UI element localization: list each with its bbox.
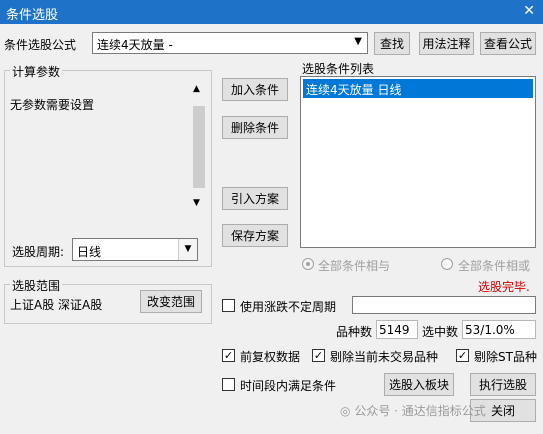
range-value: 上证A股 深证A股 — [10, 298, 103, 312]
range-group-label: 选股范围 — [10, 277, 63, 294]
params-scrollbar[interactable]: ▲ ▼ — [191, 80, 207, 214]
radio-or[interactable] — [441, 258, 453, 270]
period-select[interactable]: 日线 ▼ — [72, 238, 198, 261]
view-formula-button[interactable]: 查看公式 — [480, 32, 536, 55]
conditions-list[interactable]: 连续4天放量 日线 — [300, 76, 536, 248]
window-title: 条件选股 — [6, 8, 59, 23]
find-button[interactable]: 查找 — [374, 32, 410, 55]
period-input[interactable] — [352, 296, 536, 314]
variety-count-field: 5149 — [376, 320, 418, 339]
condition-item-label: 连续4天放量 日线 — [306, 83, 402, 97]
forward-adjust-label: 前复权数据 — [240, 350, 301, 364]
delete-condition-button[interactable]: 删除条件 — [222, 116, 288, 139]
non-fixed-period-checkbox[interactable] — [222, 299, 235, 312]
selected-count-value: 53/1.0% — [465, 323, 515, 337]
scroll-up-icon[interactable]: ▲ — [193, 84, 200, 94]
formula-label: 条件选股公式 — [4, 38, 77, 52]
usage-notes-button[interactable]: 用法注释 — [419, 32, 474, 55]
selected-count-label: 选中数 — [422, 325, 459, 339]
exclude-st-label: 剔除ST品种 — [474, 350, 537, 364]
exclude-untraded-checkbox[interactable]: ✓ — [312, 349, 325, 362]
period-value: 日线 — [77, 245, 102, 259]
time-range-label: 时间段内满足条件 — [240, 379, 337, 393]
scroll-down-icon[interactable]: ▼ — [193, 198, 200, 208]
add-condition-button[interactable]: 加入条件 — [222, 78, 288, 101]
add-to-block-button[interactable]: 选股入板块 — [384, 373, 454, 396]
condition-item[interactable]: 连续4天放量 日线 — [303, 79, 533, 98]
radio-and-label: 全部条件相与 — [318, 259, 391, 273]
chevron-down-icon[interactable]: ▼ — [354, 36, 362, 47]
variety-count-value: 5149 — [379, 323, 410, 337]
change-range-button[interactable]: 改变范围 — [140, 290, 202, 313]
wechat-icon: ◎ — [340, 404, 351, 418]
exclude-st-checkbox[interactable]: ✓ — [456, 349, 469, 362]
non-fixed-period-label: 使用涨跌不定周期 — [240, 300, 337, 314]
params-text: 无参数需要设置 — [10, 98, 95, 112]
period-label: 选股周期: — [12, 245, 65, 259]
time-range-checkbox[interactable] — [222, 378, 235, 391]
title-bar: 条件选股 ✕ — [0, 0, 543, 24]
formula-value: 连续4天放量 - — [97, 38, 173, 52]
chevron-down-icon[interactable]: ▼ — [178, 239, 197, 260]
radio-and[interactable] — [302, 258, 314, 270]
save-scheme-button[interactable]: 保存方案 — [222, 224, 288, 247]
status-text: 选股完毕. — [478, 280, 530, 294]
conditions-label: 选股条件列表 — [302, 62, 375, 76]
close-icon[interactable]: ✕ — [523, 3, 535, 19]
params-group-label: 计算参数 — [10, 63, 63, 80]
selected-count-field: 53/1.0% — [462, 320, 536, 339]
import-scheme-button[interactable]: 引入方案 — [222, 187, 288, 210]
forward-adjust-checkbox[interactable]: ✓ — [222, 349, 235, 362]
watermark: ◎ 公众号 · 通达信指标公式 — [340, 402, 486, 419]
formula-select[interactable]: 连续4天放量 - ▼ — [92, 32, 368, 54]
variety-count-label: 品种数 — [336, 325, 373, 339]
execute-selection-button[interactable]: 执行选股 — [470, 373, 536, 396]
scrollbar-thumb[interactable] — [193, 106, 205, 188]
watermark-text: 公众号 · 通达信指标公式 — [354, 404, 486, 418]
exclude-untraded-label: 剔除当前未交易品种 — [330, 350, 439, 364]
radio-or-label: 全部条件相或 — [458, 259, 531, 273]
